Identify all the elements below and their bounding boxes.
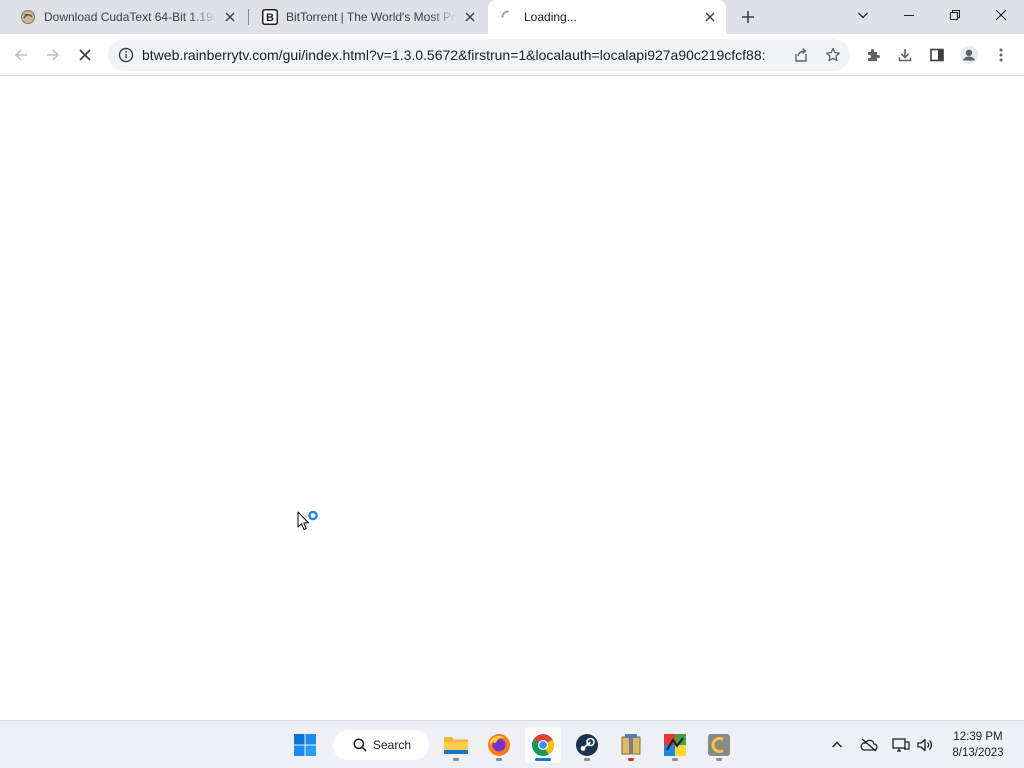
running-indicator — [584, 758, 590, 761]
stop-icon — [79, 49, 91, 61]
taskbar-chrome[interactable] — [525, 727, 561, 763]
tab-loading[interactable]: Loading... — [488, 0, 726, 34]
close-icon[interactable] — [222, 9, 238, 25]
minimize-button[interactable] — [886, 0, 932, 30]
tab-cudatext-download[interactable]: Download CudaText 64-Bit 1.196 — [8, 0, 246, 34]
cudatext-icon — [708, 734, 730, 756]
more-vert-icon — [999, 48, 1003, 62]
side-panel-button[interactable] — [922, 40, 952, 70]
running-indicator — [453, 758, 459, 761]
steam-icon — [576, 734, 598, 756]
avg-icon — [664, 734, 686, 756]
share-icon[interactable] — [788, 42, 814, 68]
taskbar: Search 12:39 PM 8/13/2023 — [0, 720, 1024, 768]
restore-icon — [950, 10, 960, 20]
clock-time: 12:39 PM — [953, 731, 1003, 743]
close-window-button[interactable] — [978, 0, 1024, 30]
page-content[interactable] — [0, 76, 1024, 720]
profile-button[interactable] — [954, 40, 984, 70]
show-hidden-icons-button[interactable] — [825, 733, 849, 757]
browser-toolbar: btweb.rainberrytv.com/gui/index.html?v=1… — [0, 34, 1024, 76]
taskbar-archive-manager[interactable] — [613, 727, 649, 763]
stop-loading-button[interactable] — [70, 40, 100, 70]
back-button[interactable] — [6, 40, 36, 70]
extensions-button[interactable] — [858, 40, 888, 70]
tab-title: Loading... — [524, 10, 577, 24]
tab-title: BitTorrent | The World's Most Popular — [286, 10, 456, 24]
start-icon — [294, 734, 316, 756]
attention-indicator — [628, 758, 634, 761]
close-icon — [995, 9, 1007, 21]
taskbar-steam[interactable] — [569, 727, 605, 763]
active-indicator — [535, 758, 551, 761]
tab-title: Download CudaText 64-Bit 1.196 — [44, 10, 216, 24]
new-tab-button[interactable] — [736, 5, 760, 29]
taskbar-file-explorer[interactable] — [438, 727, 474, 763]
system-clock[interactable]: 12:39 PM 8/13/2023 — [940, 729, 1016, 761]
minimize-icon — [904, 15, 914, 16]
bookmark-star-icon[interactable] — [820, 42, 846, 68]
menu-button[interactable] — [986, 40, 1016, 70]
running-indicator — [496, 758, 502, 761]
cloud-offline-icon — [860, 738, 878, 752]
arrow-left-icon — [14, 49, 27, 61]
cudatext-favicon-icon — [20, 9, 36, 25]
download-icon — [898, 49, 912, 62]
close-icon[interactable] — [702, 9, 718, 25]
arrow-right-icon — [47, 49, 60, 61]
info-icon[interactable] — [118, 47, 134, 63]
plus-icon — [742, 11, 754, 23]
svg-text:B: B — [266, 12, 274, 24]
taskbar-firefox[interactable] — [481, 727, 517, 763]
search-label: Search — [373, 738, 412, 752]
firefox-icon — [488, 734, 510, 756]
search-icon — [353, 738, 367, 752]
tab-search-button[interactable] — [840, 0, 886, 30]
tab-strip: Download CudaText 64-Bit 1.196 B BitTorr… — [0, 0, 1024, 34]
volume-control[interactable] — [913, 733, 937, 757]
start-button[interactable] — [287, 727, 323, 763]
chrome-icon — [532, 734, 554, 756]
file-explorer-icon — [444, 737, 468, 754]
forward-button[interactable] — [38, 40, 68, 70]
side-panel-icon — [930, 48, 944, 62]
restore-button[interactable] — [932, 0, 978, 30]
archive-manager-icon — [621, 734, 641, 755]
tab-bittorrent[interactable]: B BitTorrent | The World's Most Popular — [250, 0, 486, 34]
chevron-up-icon — [832, 741, 842, 748]
avatar-icon — [960, 46, 978, 64]
loading-spinner-icon — [500, 9, 516, 25]
network-status[interactable] — [889, 733, 913, 757]
bittorrent-favicon-icon: B — [262, 9, 278, 25]
url-text[interactable]: btweb.rainberrytv.com/gui/index.html?v=1… — [142, 39, 778, 71]
chevron-down-icon — [858, 12, 868, 19]
taskbar-avg[interactable] — [657, 727, 693, 763]
tab-separator — [248, 9, 249, 25]
network-icon — [892, 738, 910, 752]
running-indicator — [716, 758, 722, 761]
taskbar-search[interactable]: Search — [333, 730, 429, 760]
speaker-icon — [917, 738, 933, 752]
running-indicator — [672, 758, 678, 761]
busy-cursor-icon — [296, 510, 326, 536]
clock-date: 8/13/2023 — [952, 747, 1004, 759]
close-icon[interactable] — [462, 9, 478, 25]
downloads-button[interactable] — [890, 40, 920, 70]
taskbar-cudatext[interactable] — [701, 727, 737, 763]
puzzle-icon — [868, 49, 880, 61]
onedrive-status[interactable] — [857, 733, 881, 757]
address-bar[interactable]: btweb.rainberrytv.com/gui/index.html?v=1… — [108, 39, 850, 71]
